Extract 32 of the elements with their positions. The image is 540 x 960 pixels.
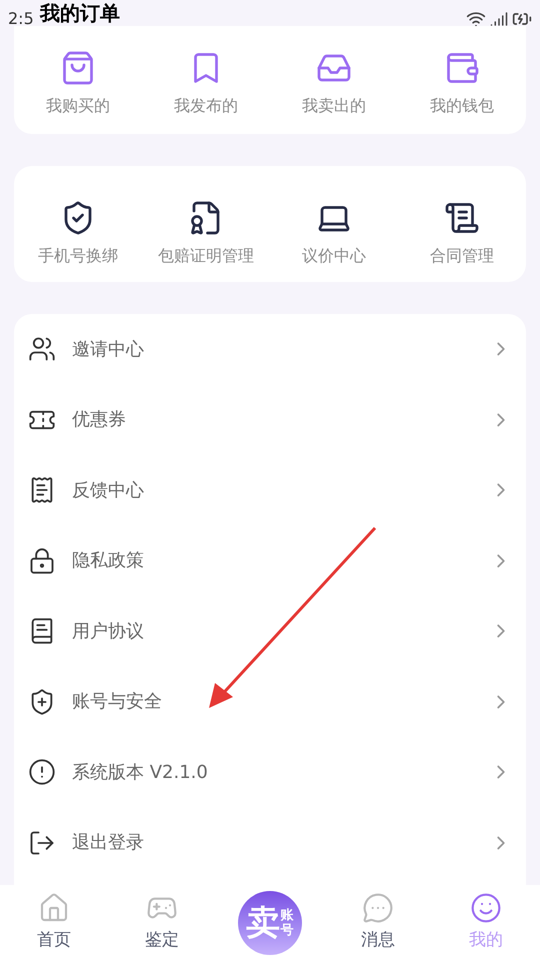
scroll-icon [444,200,480,236]
menu-item[interactable]: 反馈中心 [14,455,526,526]
users-icon [28,335,56,364]
shortcut-label[interactable]: 我卖出的 [302,94,366,118]
shortcut-label[interactable]: 包赔证明管理 [158,244,254,268]
logout-icon [28,828,56,857]
shortcut-label[interactable]: 合同管理 [430,244,494,268]
shortcut-label[interactable]: 我的钱包 [430,94,494,118]
menu-item[interactable]: 优惠券 [14,384,526,455]
menu-item[interactable]: 隐私政策 [14,526,526,596]
lock-icon [28,546,56,575]
nav-tab[interactable]: 消息 [324,892,432,954]
shortcut-label[interactable]: 我购买的 [46,94,110,118]
wallet-icon [444,50,480,86]
shortcut-label[interactable]: 手机号换绑 [38,244,118,268]
nav-tab[interactable]: 首页 [0,892,108,954]
alert-icon [28,758,56,786]
menu-item[interactable]: 邀请中心 [14,314,526,384]
chat-icon [362,892,394,924]
signal-icon [490,10,508,28]
shortcut-label[interactable]: 我发布的 [174,94,238,118]
home-icon [38,892,70,924]
status-time: 2:5 [8,11,34,27]
smile-icon [470,892,502,924]
menu-item[interactable]: 用户协议 [14,596,526,666]
menu-item[interactable]: 系统版本 V2.1.0 [14,737,526,808]
menu-item[interactable]: 账号与安全 [14,666,526,737]
bag-icon [60,50,96,86]
page-title: 我的订单 [40,0,120,26]
shortcut-label[interactable]: 议价中心 [302,244,366,268]
menu-item[interactable]: 退出登录 [14,808,526,878]
nav-tab[interactable]: 鉴定 [108,892,216,954]
